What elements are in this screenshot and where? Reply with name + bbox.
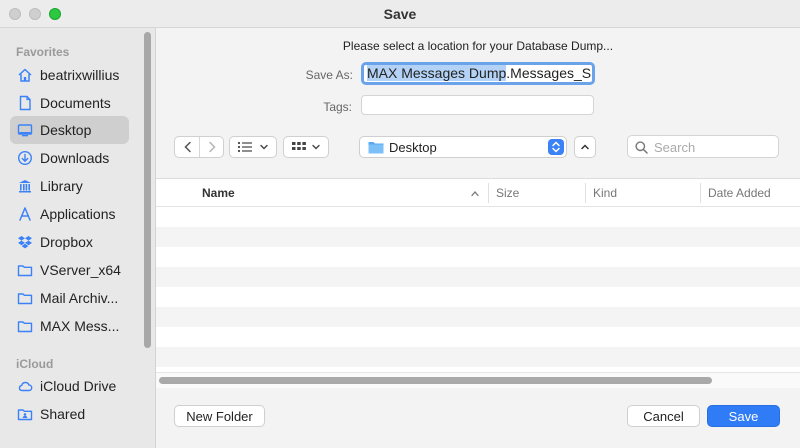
dropbox-icon [16,233,34,251]
collapse-dialog-button[interactable] [574,136,596,158]
folder-icon [16,317,34,335]
save-as-input[interactable]: MAX Messages Dump.Messages_S( [361,62,595,85]
sidebar-item-label: Applications [40,206,116,222]
search-icon [635,141,648,154]
sidebar: Favorites beatrixwillius Documents Deskt… [0,28,156,448]
list-row [156,247,800,267]
chevron-left-icon [183,141,191,153]
new-folder-button[interactable]: New Folder [174,405,265,427]
save-as-selected-text: MAX Messages Dump [367,65,507,81]
sidebar-item-icloud-drive[interactable]: iCloud Drive [10,372,129,400]
save-as-label: Save As: [305,68,353,82]
tags-label: Tags: [323,100,352,114]
tags-input[interactable] [361,95,594,115]
sidebar-item-label: Dropbox [40,234,93,250]
updown-arrows-icon [548,139,564,155]
document-icon [16,94,34,112]
grid-view-icon [292,142,306,150]
list-row [156,327,800,347]
dialog-prompt: Please select a location for your Databa… [342,39,614,53]
back-forward-control [174,136,224,158]
location-popup[interactable]: Desktop [359,136,567,158]
sidebar-item-dropbox[interactable]: Dropbox [10,228,129,256]
sidebar-item-label: Documents [40,95,111,111]
sidebar-item-mail-archive[interactable]: Mail Archiv... [10,284,129,312]
sidebar-item-label: Mail Archiv... [40,290,119,306]
list-view-button[interactable] [229,136,277,158]
desktop-icon [16,121,34,139]
file-list-header: Name Size Kind Date Added [156,179,800,207]
sidebar-item-library[interactable]: Library [10,172,129,200]
list-row [156,227,800,247]
sort-ascending-icon [471,191,479,197]
home-icon [16,66,34,84]
chevron-down-icon [312,144,320,150]
sidebar-item-label: beatrixwillius [40,67,120,83]
sidebar-item-label: VServer_x64 [40,262,121,278]
shared-folder-icon [16,405,34,423]
folder-icon [368,142,384,154]
sidebar-scrollbar[interactable] [144,32,151,348]
chevron-up-icon [581,144,589,150]
folder-icon [16,261,34,279]
save-as-rest-text: .Messages_S( [506,65,595,81]
list-row [156,207,800,227]
horizontal-scrollbar-thumb[interactable] [159,377,712,384]
sidebar-item-max-messages[interactable]: MAX Mess... [10,312,129,340]
sidebar-item-desktop[interactable]: Desktop [10,116,129,144]
grid-view-button[interactable] [283,136,329,158]
sidebar-section-favorites: Favorites [16,45,70,59]
sidebar-item-label: MAX Mess... [40,318,120,334]
back-button[interactable] [175,137,200,157]
window-title: Save [383,6,417,22]
list-row [156,287,800,307]
sidebar-item-downloads[interactable]: Downloads [10,144,129,172]
list-row [156,267,800,287]
search-placeholder: Search [654,140,696,155]
cancel-button[interactable]: Cancel [627,405,700,427]
sidebar-item-label: Library [40,178,83,194]
sidebar-item-applications[interactable]: Applications [10,200,129,228]
column-header-kind[interactable]: Kind [593,186,617,200]
location-label: Desktop [389,140,437,155]
sidebar-item-shared[interactable]: Shared [10,400,129,428]
column-header-name[interactable]: Name [202,186,235,200]
sidebar-section-icloud: iCloud [16,357,54,371]
list-row [156,347,800,367]
sidebar-item-label: iCloud Drive [40,378,117,394]
search-field[interactable]: Search [627,135,779,158]
cloud-icon [16,377,34,395]
chevron-down-icon [260,144,268,150]
sidebar-item-label: Desktop [40,122,92,138]
sidebar-item-label: Shared [40,406,86,422]
folder-icon [16,289,34,307]
forward-button[interactable] [200,137,224,157]
download-icon [16,149,34,167]
list-row [156,307,800,327]
save-button[interactable]: Save [707,405,780,427]
dialog-main: Please select a location for your Databa… [156,28,800,448]
list-view-icon [237,141,252,153]
sidebar-item-documents[interactable]: Documents [10,89,129,117]
chevron-right-icon [209,141,216,153]
file-list[interactable]: Name Size Kind Date Added [156,178,800,388]
column-header-size[interactable]: Size [496,186,519,200]
horizontal-scrollbar[interactable] [156,372,800,388]
title-bar: Save [0,0,800,28]
library-icon [16,177,34,195]
save-dialog-window: Save Favorites beatrixwillius Documents … [0,0,800,448]
sidebar-item-label: Downloads [40,150,110,166]
sidebar-item-home[interactable]: beatrixwillius [10,61,129,89]
applications-icon [16,205,34,223]
column-header-date-added[interactable]: Date Added [708,186,771,200]
sidebar-item-vserver[interactable]: VServer_x64 [10,256,129,284]
